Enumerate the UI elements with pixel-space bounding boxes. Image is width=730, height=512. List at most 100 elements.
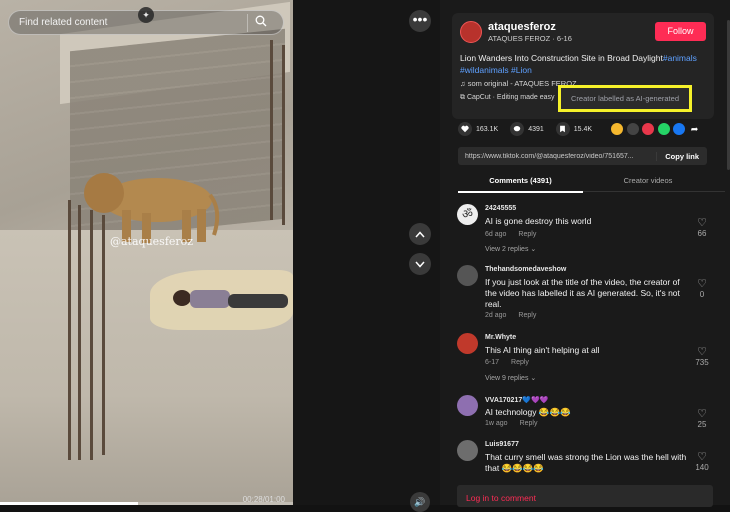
author-subtitle: ATAQUES FEROZ · 6-16 — [488, 34, 572, 43]
comment-time: 2d ago — [485, 312, 507, 319]
save-count: 15.4K — [573, 125, 593, 133]
commenter-avatar[interactable]: ॐ — [457, 204, 478, 225]
comment-like-count: 66 — [697, 229, 707, 238]
post-caption: Lion Wanders Into Construction Site in B… — [460, 52, 710, 76]
previous-video-button[interactable] — [409, 223, 431, 245]
search-icon[interactable] — [247, 13, 273, 32]
whatsapp-icon[interactable] — [657, 123, 670, 135]
comment-like[interactable]: ♡ 66 — [693, 217, 711, 239]
comment-username[interactable]: Thehandsomedaveshow — [485, 266, 566, 273]
view-replies-link[interactable]: View 9 replies ⌄ — [485, 374, 536, 382]
author-avatar[interactable] — [460, 21, 482, 43]
comment-meta: 6-17 Reply — [485, 359, 529, 366]
next-video-button[interactable] — [409, 253, 431, 275]
heart-icon — [458, 122, 472, 136]
comment-meta: 2d ago Reply — [485, 312, 536, 319]
ai-generated-label: Creator labelled as AI-generated — [558, 85, 692, 112]
capcut-label: CapCut · Editing made easy — [466, 94, 555, 101]
comment-item: ॐ 24245555 AI is gone destroy this world… — [457, 204, 717, 254]
copy-link-button[interactable]: Copy link — [656, 151, 707, 161]
comment-username[interactable]: Luis91677 — [485, 441, 519, 448]
bookmark-icon — [555, 122, 570, 136]
capcut-icon: ⧉ — [460, 94, 465, 101]
comment-text: AI is gone destroy this world — [485, 216, 592, 226]
comment-like[interactable]: ♡ 0 — [693, 278, 711, 300]
author-name[interactable]: ataquesferoz — [488, 21, 556, 33]
rebar — [90, 210, 93, 460]
comment-username[interactable]: Mr.Whyte — [485, 334, 516, 341]
commenter-avatar[interactable] — [457, 440, 478, 461]
comment-meta: 6d ago Reply — [485, 231, 536, 238]
follow-button[interactable]: Follow — [655, 22, 706, 41]
send-icon[interactable] — [642, 123, 654, 135]
reply-button[interactable]: Reply — [518, 312, 536, 319]
engagement-stats: 163.1K 4391 15.4K — [458, 122, 604, 136]
comment-text: This AI thing ain't helping at all — [485, 345, 600, 355]
hashtag-link[interactable]: #wildanimals — [460, 65, 509, 75]
reply-button[interactable]: Reply — [518, 231, 536, 238]
comment-like[interactable]: ♡ 25 — [693, 408, 711, 430]
facebook-icon[interactable] — [673, 123, 685, 135]
heart-outline-icon: ♡ — [697, 278, 707, 290]
view-replies-label: View 2 replies — [485, 246, 529, 253]
lion-figure — [84, 173, 220, 243]
repost-icon[interactable] — [611, 123, 623, 135]
comment-icon — [510, 122, 525, 136]
like-stat[interactable]: 163.1K — [458, 122, 498, 136]
panel-tabs: Comments (4391) Creator videos — [458, 172, 725, 193]
share-arrow-icon[interactable]: ➦ — [689, 123, 701, 135]
chevron-down-icon: ⌄ — [530, 246, 537, 253]
commenter-avatar[interactable] — [457, 333, 478, 354]
comment-time: 6-17 — [485, 359, 500, 366]
like-count: 163.1K — [476, 125, 499, 133]
video-watermark: @ataquesferoz — [110, 235, 194, 248]
comment-item: Thehandsomedaveshow If you just look at … — [457, 265, 717, 325]
copy-link-row: https://www.tiktok.com/@ataquesferoz/vid… — [458, 147, 707, 165]
view-replies-label: View 9 replies — [485, 375, 529, 382]
video-player[interactable]: @ataquesferoz Find related content ✦ 00:… — [0, 0, 293, 505]
comment-like[interactable]: ♡ 140 — [693, 452, 711, 473]
comment-stat[interactable]: 4391 — [510, 122, 544, 136]
comment-like-count: 25 — [697, 420, 707, 429]
capcut-row[interactable]: ⧉ CapCut · Editing made easy — [460, 94, 555, 102]
save-stat[interactable]: 15.4K — [555, 122, 593, 136]
comment-item: VVA170217💙💜💜 AI technology 😂😂😂 1w ago Rep… — [457, 395, 717, 435]
tab-creator-videos[interactable]: Creator videos — [598, 176, 698, 185]
rebar — [102, 215, 105, 455]
comment-username[interactable]: VVA170217💙💜💜 — [485, 396, 548, 404]
comment-like[interactable]: ♡ 735 — [693, 346, 711, 368]
caption-text: Lion Wanders Into Construction Site in B… — [460, 53, 663, 63]
hashtag-link[interactable]: #Lion — [511, 65, 532, 75]
comment-item: Luis91677 That curry smell was strong th… — [457, 440, 717, 480]
hashtag-link[interactable]: #animals — [663, 53, 697, 63]
search-placeholder: Find related content — [19, 17, 108, 28]
embed-icon[interactable] — [626, 123, 639, 135]
comment-username[interactable]: 24245555 — [485, 205, 516, 212]
comment-text: AI technology 😂😂😂 — [485, 407, 571, 417]
comment-count: 4391 — [528, 125, 544, 133]
share-options: ➦ — [611, 123, 704, 135]
view-replies-link[interactable]: View 2 replies ⌄ — [485, 245, 536, 253]
reply-button[interactable]: Reply — [520, 420, 538, 427]
video-url: https://www.tiktok.com/@ataquesferoz/vid… — [465, 152, 634, 160]
rebar — [68, 200, 71, 460]
sparkle-icon[interactable]: ✦ — [138, 7, 154, 23]
comment-like-count: 735 — [695, 358, 709, 367]
chevron-up-icon — [415, 230, 425, 237]
more-options-icon[interactable]: ••• — [409, 10, 431, 32]
heart-outline-icon: ♡ — [697, 217, 707, 229]
heart-outline-icon: ♡ — [697, 408, 707, 420]
video-timecode: 00:28/01:00 — [242, 495, 285, 504]
login-to-comment-button[interactable]: Log in to comment — [457, 485, 713, 507]
commenter-avatar[interactable] — [457, 265, 478, 286]
comment-time: 6d ago — [485, 231, 507, 238]
heart-outline-icon: ♡ — [697, 346, 707, 358]
rebar — [78, 205, 81, 460]
commenter-avatar[interactable] — [457, 395, 478, 416]
comment-time: 1w ago — [485, 420, 508, 427]
volume-icon[interactable]: 🔊 — [410, 492, 430, 512]
reply-button[interactable]: Reply — [511, 359, 529, 366]
sleeping-person — [173, 290, 288, 308]
tab-comments[interactable]: Comments (4391) — [458, 176, 583, 193]
chevron-down-icon — [415, 261, 425, 268]
